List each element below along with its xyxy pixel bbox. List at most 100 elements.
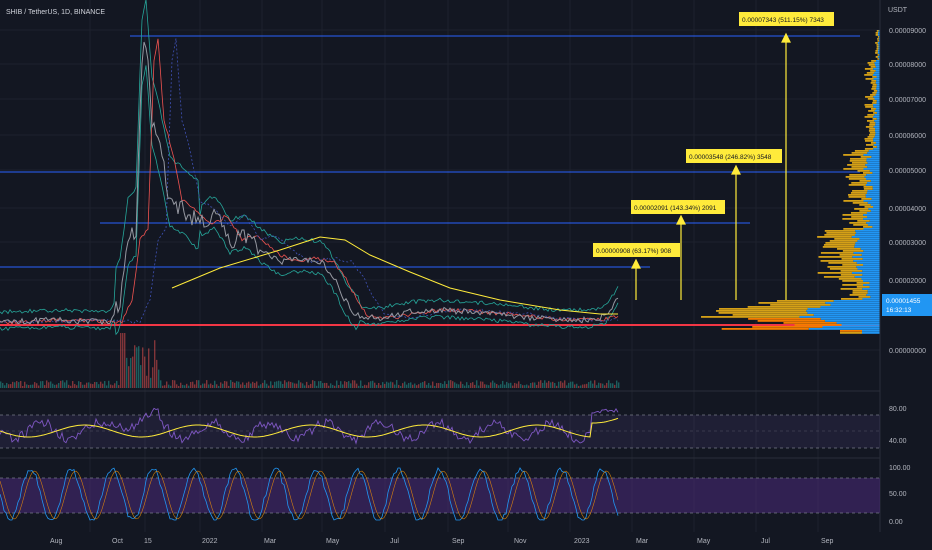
time-tick-oct: Oct — [112, 538, 123, 545]
chart-canvas[interactable]: SHIB / TetherUS, 1D, BINANCE USDT 0.0000… — [0, 0, 932, 550]
volume-profile-bar — [799, 316, 880, 318]
volume-profile-bar — [822, 246, 855, 248]
volume-bar — [90, 383, 92, 388]
volume-bar — [614, 384, 616, 388]
volume-profile-bar — [869, 286, 880, 288]
volume-profile-bar — [874, 120, 880, 122]
volume-profile-bar — [856, 282, 870, 284]
volume-bar — [278, 380, 280, 388]
volume-bar — [542, 382, 544, 388]
volume-bar — [606, 382, 608, 388]
volume-bar — [406, 384, 408, 388]
volume-bar — [578, 385, 580, 388]
volume-bar — [482, 381, 484, 388]
volume-bar — [492, 380, 494, 388]
volume-profile-bar — [860, 248, 880, 250]
volume-profile-bar — [863, 264, 880, 266]
volume-bar — [250, 383, 252, 388]
volume-bar — [88, 382, 90, 388]
volume-bar — [538, 381, 540, 388]
volume-bar — [384, 383, 386, 388]
volume-profile-bar — [873, 206, 880, 208]
volume-bar — [50, 381, 52, 388]
volume-profile-bar — [820, 252, 854, 254]
target-label-3-text: 0.00003548 (246.82%) 3548 — [689, 154, 772, 161]
stoch-rsi-panel[interactable]: 100.00 50.00 0.00 — [0, 465, 911, 526]
volume-profile-bar — [864, 140, 874, 142]
volume-profile-bar — [834, 238, 860, 240]
volume-bar — [468, 385, 470, 388]
volume-bar — [588, 382, 590, 388]
volume-bar — [348, 381, 350, 388]
volume-bar — [150, 377, 152, 388]
volume-profile-bar — [830, 304, 880, 306]
volume-bar — [102, 383, 104, 388]
volume-profile-bar — [872, 102, 877, 104]
volume-profile-bar — [842, 284, 864, 286]
volume-bar — [442, 384, 444, 388]
volume-profile-bar — [875, 42, 878, 44]
volume-bar — [34, 382, 36, 388]
volume-profile-bar — [870, 82, 876, 84]
volume-bar — [330, 383, 332, 388]
volume-bar — [254, 382, 256, 388]
volume-profile-bar — [862, 172, 873, 174]
volume-bar — [370, 381, 372, 388]
volume-profile-bar — [852, 256, 880, 258]
price-tick-7: 0.00002000 — [889, 278, 926, 285]
volume-bar — [14, 382, 16, 388]
volume-bar — [564, 380, 566, 388]
volume-profile-bar — [877, 38, 879, 40]
volume-profile-bar — [867, 152, 880, 154]
volume-bar — [0, 381, 2, 388]
volume-bar — [548, 380, 550, 388]
time-axis[interactable]: Aug Oct 15 2022 Mar May Jul Sep Nov 2023… — [50, 538, 834, 545]
volume-bar — [332, 384, 334, 388]
volume-bar — [144, 356, 146, 388]
volume-profile-bar — [875, 56, 879, 58]
volume-bar — [552, 381, 554, 388]
volume-profile-bar — [865, 194, 880, 196]
volume-bar — [258, 385, 260, 388]
price-tick-5: 0.00004000 — [889, 206, 926, 213]
target-label-4[interactable]: 0.00007343 (511.15%) 7343 — [739, 12, 834, 26]
volume-profile-bar — [842, 214, 864, 216]
volume-profile-bar — [856, 262, 880, 264]
volume-bar — [242, 382, 244, 388]
volume-profile-bar — [820, 306, 880, 308]
volume-profile-bar — [701, 316, 800, 318]
volume-profile-bar — [866, 192, 880, 194]
volume-profile-bar — [867, 202, 880, 204]
volume-bar — [422, 382, 424, 388]
volume-profile-bar — [873, 138, 880, 140]
volume-bar — [310, 383, 312, 388]
rsi-panel[interactable]: 80.00 40.00 — [0, 406, 907, 449]
volume-bar — [20, 380, 22, 388]
volume-profile-bar — [876, 46, 879, 48]
volume-profile-bar — [859, 210, 871, 212]
volume-bar — [546, 382, 548, 388]
volume-profile-bar — [848, 194, 866, 196]
volume-bar — [66, 380, 68, 388]
volume-bar — [566, 385, 568, 388]
target-label-2[interactable]: 0.00002091 (143.34%) 2091 — [631, 200, 725, 214]
volume-profile-bar — [843, 200, 864, 202]
volume-bar — [52, 383, 54, 388]
volume-bar — [190, 381, 192, 388]
volume-profile-bar — [870, 296, 880, 298]
volume-bar — [12, 381, 14, 388]
time-tick-15: 15 — [144, 538, 152, 545]
target-label-3[interactable]: 0.00003548 (246.82%) 3548 — [686, 149, 782, 163]
volume-profile-bar — [863, 188, 873, 190]
volume-profile-bar — [840, 274, 863, 276]
volume-bar — [108, 380, 110, 388]
target-label-1[interactable]: 0.00000908 (63.17%) 908 — [593, 243, 680, 257]
volume-profile-bar — [851, 152, 868, 154]
volume-bar — [488, 385, 490, 388]
volume-bar — [172, 380, 174, 388]
volume-profile-bar — [875, 142, 880, 144]
volume-profile-bar — [867, 62, 875, 64]
volume-profile-bar — [871, 60, 877, 62]
volume-bar — [436, 383, 438, 388]
volume-bar — [92, 384, 94, 388]
